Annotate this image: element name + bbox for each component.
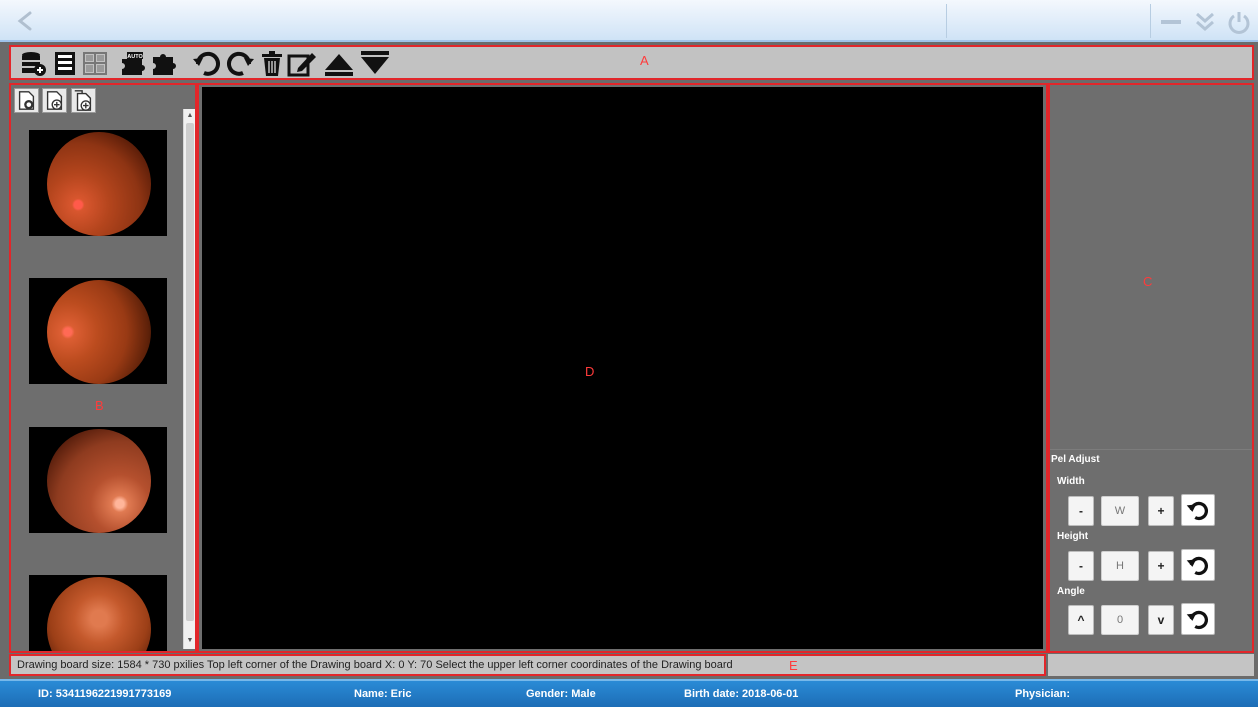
region-label-d: D [585, 364, 595, 379]
rotate-left-icon[interactable] [192, 50, 222, 77]
puzzle-icon[interactable] [150, 50, 180, 77]
region-label-b: B [95, 398, 104, 413]
angle-down-button[interactable]: v [1148, 605, 1174, 635]
drawing-board[interactable] [202, 87, 1043, 649]
trash-icon[interactable] [258, 50, 286, 77]
app-window: AUTO A B ▲ ▼ D C Pel Adjust Width - W + … [0, 0, 1258, 707]
pel-adjust-title: Pel Adjust [1051, 454, 1100, 465]
move-up-icon[interactable] [323, 50, 355, 77]
edit-icon[interactable] [286, 50, 318, 77]
collapse-icon[interactable] [1192, 9, 1218, 35]
title-separator [1150, 4, 1151, 38]
minimize-icon[interactable] [1158, 9, 1184, 35]
height-decrease-button[interactable]: - [1068, 551, 1094, 581]
power-icon[interactable] [1226, 9, 1252, 35]
angle-reset-icon[interactable] [1181, 603, 1215, 635]
fundus-thumbnail[interactable] [29, 278, 167, 384]
height-reset-icon[interactable] [1181, 549, 1215, 581]
rotate-right-icon[interactable] [225, 50, 255, 77]
status-bar-right [1048, 654, 1254, 676]
thumbnail-panel: B ▲ ▼ [9, 83, 197, 653]
height-field[interactable]: H [1101, 551, 1139, 581]
add-image-icon[interactable] [14, 88, 39, 113]
height-increase-button[interactable]: + [1148, 551, 1174, 581]
grid-icon[interactable] [81, 50, 109, 77]
move-down-icon[interactable] [359, 50, 391, 77]
height-label: Height [1057, 531, 1089, 542]
width-increase-button[interactable]: + [1148, 496, 1174, 526]
fundus-image [47, 429, 151, 533]
add-document-icon[interactable] [42, 88, 67, 113]
pel-adjust-section: Pel Adjust Width - W + Height - H + Angl… [1050, 448, 1252, 650]
section-divider [1050, 449, 1252, 450]
region-label-e: E [789, 658, 798, 673]
angle-up-button[interactable]: ^ [1068, 605, 1094, 635]
fundus-image [47, 280, 151, 384]
patient-gender: Gender: Male [526, 688, 596, 700]
angle-field[interactable]: 0 [1101, 605, 1139, 635]
patient-name: Name: Eric [354, 688, 412, 700]
auto-puzzle-icon[interactable]: AUTO [119, 50, 149, 77]
region-label-a: A [640, 53, 649, 68]
width-reset-icon[interactable] [1181, 494, 1215, 526]
scroll-up-icon[interactable]: ▲ [186, 112, 194, 120]
database-import-icon[interactable] [20, 50, 48, 77]
drawing-board-frame: D [197, 83, 1048, 653]
patient-info-bar: ID: 534119622199177316​9 Name: Eric Gend… [0, 679, 1258, 707]
toolbar: AUTO A [9, 45, 1254, 80]
add-multiple-icon[interactable] [71, 88, 96, 113]
adjust-panel: C Pel Adjust Width - W + Height - H + An… [1048, 83, 1254, 653]
fundus-thumbnail[interactable] [29, 130, 167, 236]
scrollbar-thumb[interactable] [186, 123, 194, 621]
thumbnail-scrollbar[interactable]: ▲ ▼ [183, 109, 195, 649]
svg-text:AUTO: AUTO [127, 54, 143, 60]
fundus-thumbnail[interactable] [29, 427, 167, 533]
width-field[interactable]: W [1101, 496, 1139, 526]
width-label: Width [1057, 476, 1085, 487]
title-separator [946, 4, 947, 38]
angle-label: Angle [1057, 586, 1085, 597]
status-text: Drawing board size: 1584 * 730 pxilies T… [17, 659, 733, 671]
title-bar [0, 0, 1258, 42]
fundus-thumbnail[interactable] [29, 575, 167, 651]
patient-id: ID: 534119622199177316​9 [38, 688, 172, 700]
width-decrease-button[interactable]: - [1068, 496, 1094, 526]
fundus-image [47, 577, 151, 651]
fundus-image [47, 132, 151, 236]
patient-birth-date: Birth date: 2018-06-01 [684, 688, 799, 700]
save-icon[interactable] [51, 50, 79, 77]
patient-physician: Physician: [1015, 688, 1071, 700]
back-icon[interactable] [14, 10, 40, 34]
scroll-down-icon[interactable]: ▼ [186, 637, 194, 645]
region-label-c: C [1143, 274, 1153, 289]
status-bar: Drawing board size: 1584 * 730 pxilies T… [9, 654, 1046, 676]
